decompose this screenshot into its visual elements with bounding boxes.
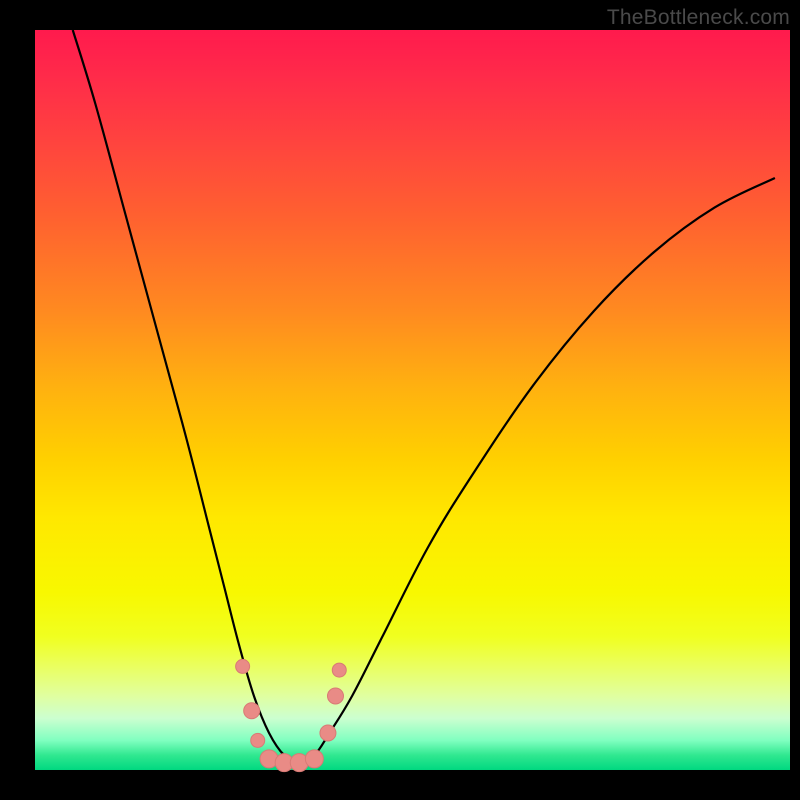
data-marker [251, 733, 265, 747]
data-marker [244, 703, 260, 719]
bottleneck-curve [73, 30, 775, 763]
marker-group [236, 659, 347, 771]
data-marker [236, 659, 250, 673]
plot-area [35, 30, 790, 770]
data-marker [332, 663, 346, 677]
watermark-text: TheBottleneck.com [607, 6, 790, 30]
chart-svg [35, 30, 790, 770]
chart-frame: TheBottleneck.com [0, 0, 800, 800]
data-marker [327, 688, 343, 704]
data-marker [305, 750, 323, 768]
data-marker [320, 725, 336, 741]
